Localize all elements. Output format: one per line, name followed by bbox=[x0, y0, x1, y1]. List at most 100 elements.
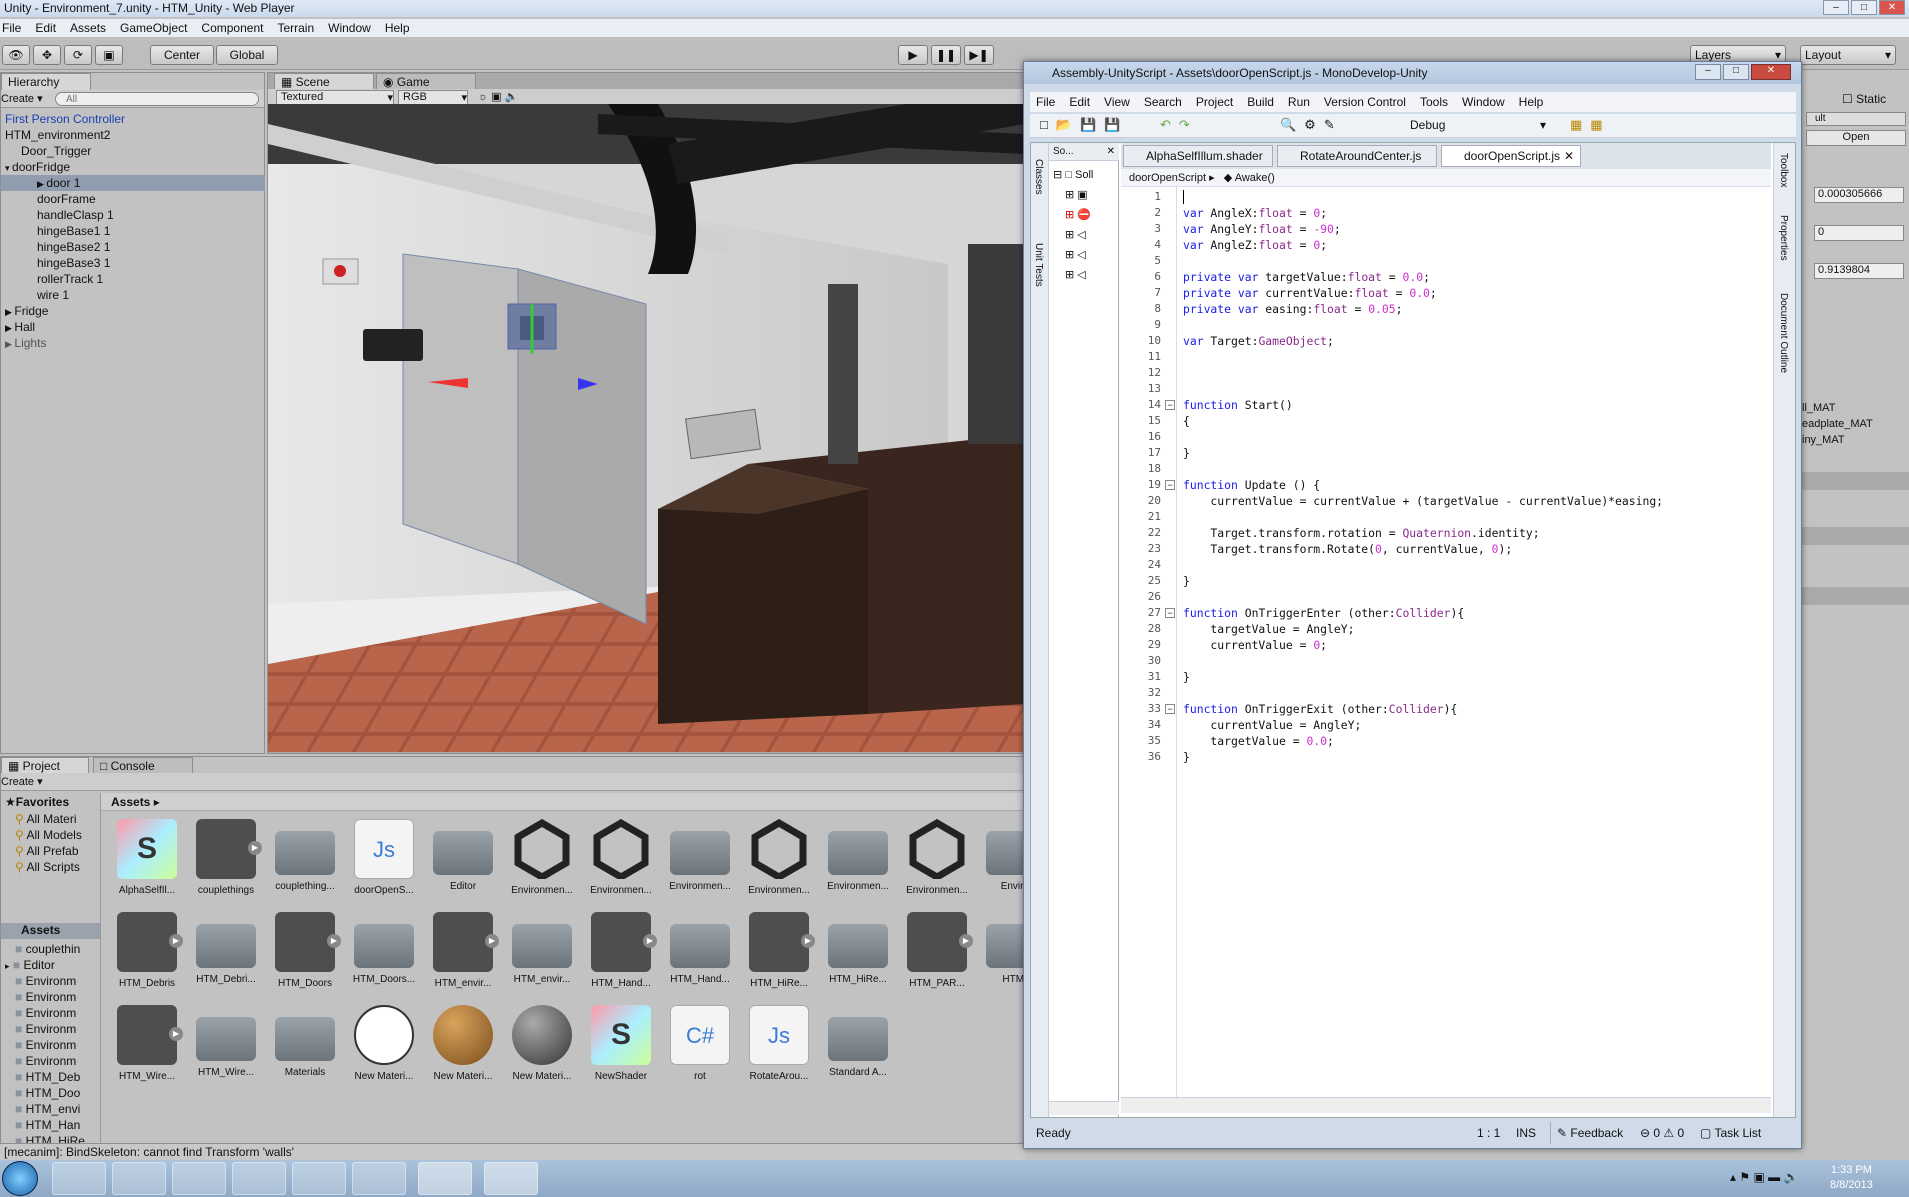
clock[interactable]: 1:33 PM 8/8/2013 bbox=[1830, 1163, 1873, 1193]
md-menu-tools[interactable]: Tools bbox=[1420, 92, 1448, 112]
md-search-icon[interactable]: 🔍⚙✎ bbox=[1280, 117, 1343, 133]
folder-item[interactable]: ■ HTM_envi bbox=[15, 1101, 80, 1117]
asset-tile[interactable]: New Materi... bbox=[425, 1005, 501, 1095]
asset-tile[interactable]: ▶ HTM_Hand... bbox=[583, 912, 659, 1002]
hierarchy-search-input[interactable] bbox=[55, 92, 259, 106]
asset-tile[interactable]: Js doorOpenS... bbox=[346, 819, 422, 909]
ie-icon[interactable] bbox=[52, 1162, 106, 1195]
asset-tile[interactable]: Environmen... bbox=[662, 819, 738, 909]
field-value-2[interactable]: 0 bbox=[1814, 225, 1904, 241]
layout-dropdown[interactable]: Layout ▾ bbox=[1800, 45, 1896, 65]
folder-item[interactable]: ■ Environm bbox=[15, 989, 76, 1005]
fold-toggle-icon[interactable]: − bbox=[1165, 704, 1175, 714]
hierarchy-item[interactable]: ▶ Fridge bbox=[1, 303, 265, 319]
pause-button[interactable]: ❚❚ bbox=[931, 45, 961, 65]
asset-tile[interactable]: Editor bbox=[425, 819, 501, 909]
error-count[interactable]: ⊖ 0 ⚠ 0 bbox=[1640, 1122, 1684, 1144]
md-menu-search[interactable]: Search bbox=[1144, 92, 1182, 112]
asset-tile[interactable]: ▶ HTM_HiRe... bbox=[741, 912, 817, 1002]
editor-hscroll[interactable] bbox=[1121, 1097, 1771, 1113]
project-create-button[interactable]: Create ▾ bbox=[1, 775, 43, 788]
breadcrumb-assets[interactable]: Assets bbox=[111, 795, 150, 809]
hierarchy-create-button[interactable]: Create ▾ bbox=[1, 92, 43, 105]
static-checkbox[interactable]: ☐ Static bbox=[1842, 92, 1886, 106]
md-file-icons[interactable]: □📂💾💾 bbox=[1040, 117, 1128, 133]
hierarchy-item[interactable]: rollerTrack 1 bbox=[1, 271, 265, 287]
component-header[interactable] bbox=[1802, 587, 1909, 605]
breadcrumb-method[interactable]: Awake() bbox=[1235, 172, 1275, 184]
expand-arrow-icon[interactable]: ▾ bbox=[5, 163, 12, 173]
folder-item[interactable]: ■ HTM_Deb bbox=[15, 1069, 80, 1085]
md-build-icons[interactable]: ▦▦ bbox=[1570, 117, 1611, 133]
inspector-dropdown[interactable]: ult bbox=[1806, 112, 1906, 126]
field-value-1[interactable]: 0.000305666 bbox=[1814, 187, 1904, 203]
fold-toggle-icon[interactable]: − bbox=[1165, 400, 1175, 410]
expand-arrow-icon[interactable]: ▶ bbox=[5, 307, 14, 317]
md-maximize-button[interactable]: □ bbox=[1723, 64, 1749, 80]
close-button[interactable]: ✕ bbox=[1879, 0, 1905, 15]
asset-tile[interactable]: HTM_Doors... bbox=[346, 912, 422, 1002]
asset-tile[interactable]: Standard A... bbox=[820, 1005, 896, 1095]
folder-item[interactable]: ■ HTM_Han bbox=[15, 1117, 80, 1133]
menu-edit[interactable]: Edit bbox=[35, 19, 56, 37]
asset-tile[interactable]: HTM_envir... bbox=[504, 912, 580, 1002]
solution-node[interactable]: ⊞ ◁ bbox=[1053, 265, 1093, 285]
md-menu-version-control[interactable]: Version Control bbox=[1324, 92, 1406, 112]
menu-help[interactable]: Help bbox=[385, 19, 410, 37]
folder-item[interactable]: ■ Environm bbox=[15, 1053, 76, 1069]
favorite-item[interactable]: ⚲ All Prefab bbox=[15, 843, 79, 859]
scene-lighting-toggle[interactable]: ☼ ▣ 🔈 bbox=[478, 90, 518, 103]
code-editor[interactable]: 1 2 var AngleX:float = 0; 3 var AngleY:float… bbox=[1121, 187, 1771, 1097]
menu-terrain[interactable]: Terrain bbox=[277, 19, 314, 37]
folder-item[interactable]: ■ HTM_HiRe bbox=[15, 1133, 85, 1143]
asset-tile[interactable]: Environmen... bbox=[899, 818, 975, 909]
media-player-icon[interactable] bbox=[172, 1162, 226, 1195]
rotate-tool-button[interactable]: ⟳ bbox=[64, 45, 92, 65]
md-undo-redo-icons[interactable]: ↶↷ bbox=[1160, 117, 1198, 133]
tab-console[interactable]: □ Console bbox=[93, 757, 193, 774]
folder-item[interactable]: ■ Environm bbox=[15, 973, 76, 989]
folder-item[interactable]: ▸ ■ Editor bbox=[5, 957, 55, 974]
unity-taskbar-icon[interactable] bbox=[418, 1162, 472, 1195]
favorite-item[interactable]: ⚲ All Models bbox=[15, 827, 82, 843]
favorite-item[interactable]: ⚲ All Scripts bbox=[15, 859, 80, 875]
expand-arrow-icon[interactable]: ▶ bbox=[5, 339, 14, 349]
md-menu-project[interactable]: Project bbox=[1196, 92, 1233, 112]
solution-root[interactable]: ⊟ □ Soll bbox=[1053, 165, 1093, 185]
pivot-center-button[interactable]: Center bbox=[150, 45, 214, 65]
expand-arrow-icon[interactable]: ▶ bbox=[5, 323, 14, 333]
md-menu-view[interactable]: View bbox=[1104, 92, 1130, 112]
folder-item[interactable]: ■ Environm bbox=[15, 1005, 76, 1021]
pad-toolbox[interactable]: Toolbox bbox=[1778, 153, 1789, 187]
md-menu-window[interactable]: Window bbox=[1462, 92, 1505, 112]
asset-tile[interactable]: couplething... bbox=[267, 819, 343, 909]
md-menu-help[interactable]: Help bbox=[1519, 92, 1544, 112]
tab-game[interactable]: ◉ Game bbox=[376, 73, 476, 90]
solution-node[interactable]: ⊞ ◁ bbox=[1053, 225, 1093, 245]
favorite-item[interactable]: ⚲ All Materi bbox=[15, 811, 76, 827]
feedback-button[interactable]: ✎ Feedback bbox=[1550, 1122, 1623, 1144]
menu-assets[interactable]: Assets bbox=[70, 19, 106, 37]
color-mode-dropdown[interactable]: RGB ▾ bbox=[398, 90, 468, 105]
folder-item[interactable]: ■ couplethin bbox=[15, 941, 80, 957]
hierarchy-item[interactable]: hingeBase3 1 bbox=[1, 255, 265, 271]
start-button[interactable] bbox=[2, 1161, 38, 1196]
menu-window[interactable]: Window bbox=[328, 19, 371, 37]
menu-file[interactable]: File bbox=[2, 19, 21, 37]
asset-tile[interactable]: HTM_Debri... bbox=[188, 912, 264, 1002]
assets-root[interactable]: Assets bbox=[1, 923, 100, 939]
solution-node[interactable]: ⊞ ◁ bbox=[1053, 245, 1093, 265]
asset-tile[interactable]: Js RotateArou... bbox=[741, 1005, 817, 1095]
hierarchy-item[interactable]: ▶ door 1 bbox=[1, 175, 265, 191]
monodevelop-taskbar-icon[interactable] bbox=[484, 1162, 538, 1195]
pivot-global-button[interactable]: Global bbox=[216, 45, 278, 65]
hierarchy-item[interactable]: First Person Controller bbox=[1, 111, 265, 127]
asset-tile[interactable]: ▶ HTM_Debris bbox=[109, 912, 185, 1002]
hierarchy-item[interactable]: HTM_environment2 bbox=[1, 127, 265, 143]
menu-gameobject[interactable]: GameObject bbox=[120, 19, 187, 37]
asset-tile[interactable]: S NewShader bbox=[583, 1005, 659, 1095]
tray-icons[interactable]: ▴ ⚑ ▣ ▬ 🔊 bbox=[1730, 1170, 1798, 1184]
asset-tile[interactable]: S AlphaSelfIl... bbox=[109, 819, 185, 909]
app-icon[interactable] bbox=[352, 1162, 406, 1195]
folder-item[interactable]: ■ HTM_Doo bbox=[15, 1085, 80, 1101]
